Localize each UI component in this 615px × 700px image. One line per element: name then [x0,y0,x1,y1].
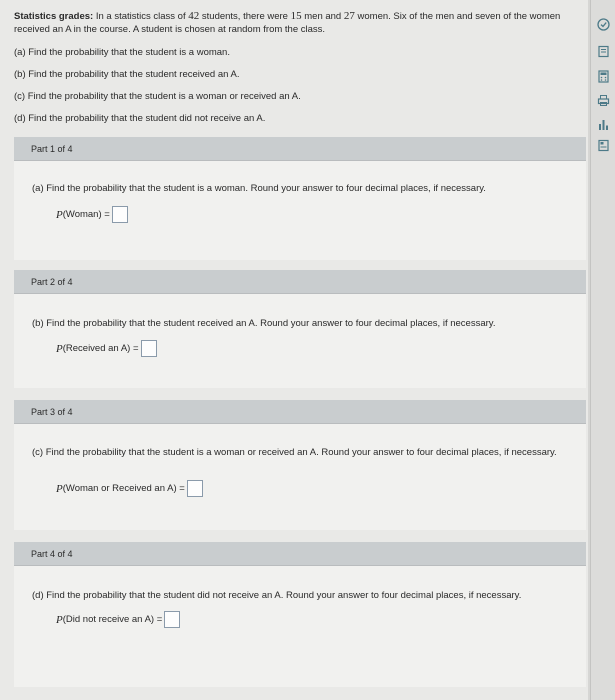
part-3-header: Part 3 of 4 [14,400,586,424]
part-2-answer: P (Received an A) = [56,340,157,357]
part-3-answer: P (Woman or Received an A) = [56,480,203,497]
part-1-card: Part 1 of 4 (a) Find the probability tha… [14,137,586,260]
print-icon[interactable] [597,94,610,107]
calculator-icon[interactable] [597,70,610,83]
part-2-question: (b) Find the probability that the studen… [32,318,496,329]
problem-item-a: (a) Find the probability that the studen… [14,47,230,58]
problem-item-d: (d) Find the probability that the studen… [14,113,266,124]
part-4-answer: P (Did not receive an A) = [56,611,181,628]
part-3-answer-input[interactable] [186,480,203,497]
part-1-answer-input[interactable] [111,206,128,223]
p-symbol: P [56,482,63,495]
problem-statement: Statistics grades: In a statistics class… [14,10,580,36]
book-icon[interactable] [597,45,610,58]
part-2-header: Part 2 of 4 [14,270,586,294]
part-1-answer-label: (Woman) = [62,209,110,220]
part-2-answer-label: (Received an A) = [62,343,139,354]
women-count: 27 [343,10,355,22]
part-1-question: (a) Find the probability that the studen… [32,183,486,194]
part-4-header: Part 4 of 4 [14,542,586,566]
p-symbol: P [56,208,63,221]
part-4-answer-label: (Did not receive an A) = [62,614,163,625]
part-3-card: Part 3 of 4 (c) Find the probability tha… [14,400,586,530]
problem-text-2: students, there were [201,11,288,22]
problem-item-c: (c) Find the probability that the studen… [14,91,301,102]
part-2-answer-input[interactable] [140,340,157,357]
check-circle-icon[interactable] [597,18,610,31]
problem-text-1: In a statistics class of [95,11,186,22]
men-count: 15 [290,10,302,22]
problem-item-b: (b) Find the probability that the studen… [14,69,240,80]
chart-icon[interactable] [597,118,610,131]
p-symbol: P [56,342,63,355]
part-4-question: (d) Find the probability that the studen… [32,590,522,601]
part-4-answer-input[interactable] [164,611,181,628]
problem-lead: Statistics grades: [14,11,94,22]
part-3-question: (c) Find the probability that the studen… [32,447,557,458]
tool-sidebar [590,0,615,700]
part-3-answer-label: (Woman or Received an A) = [62,483,185,494]
part-1-header: Part 1 of 4 [14,137,586,161]
part-4-card: Part 4 of 4 (d) Find the probability tha… [14,542,586,687]
total-count: 42 [188,10,200,22]
part-2-card: Part 2 of 4 (b) Find the probability tha… [14,270,586,388]
main-content: Statistics grades: In a statistics class… [0,0,588,700]
part-1-answer: P (Woman) = [56,206,128,223]
notes-icon[interactable] [597,139,610,152]
problem-text-3: men and [304,11,342,22]
p-symbol: P [56,613,63,626]
